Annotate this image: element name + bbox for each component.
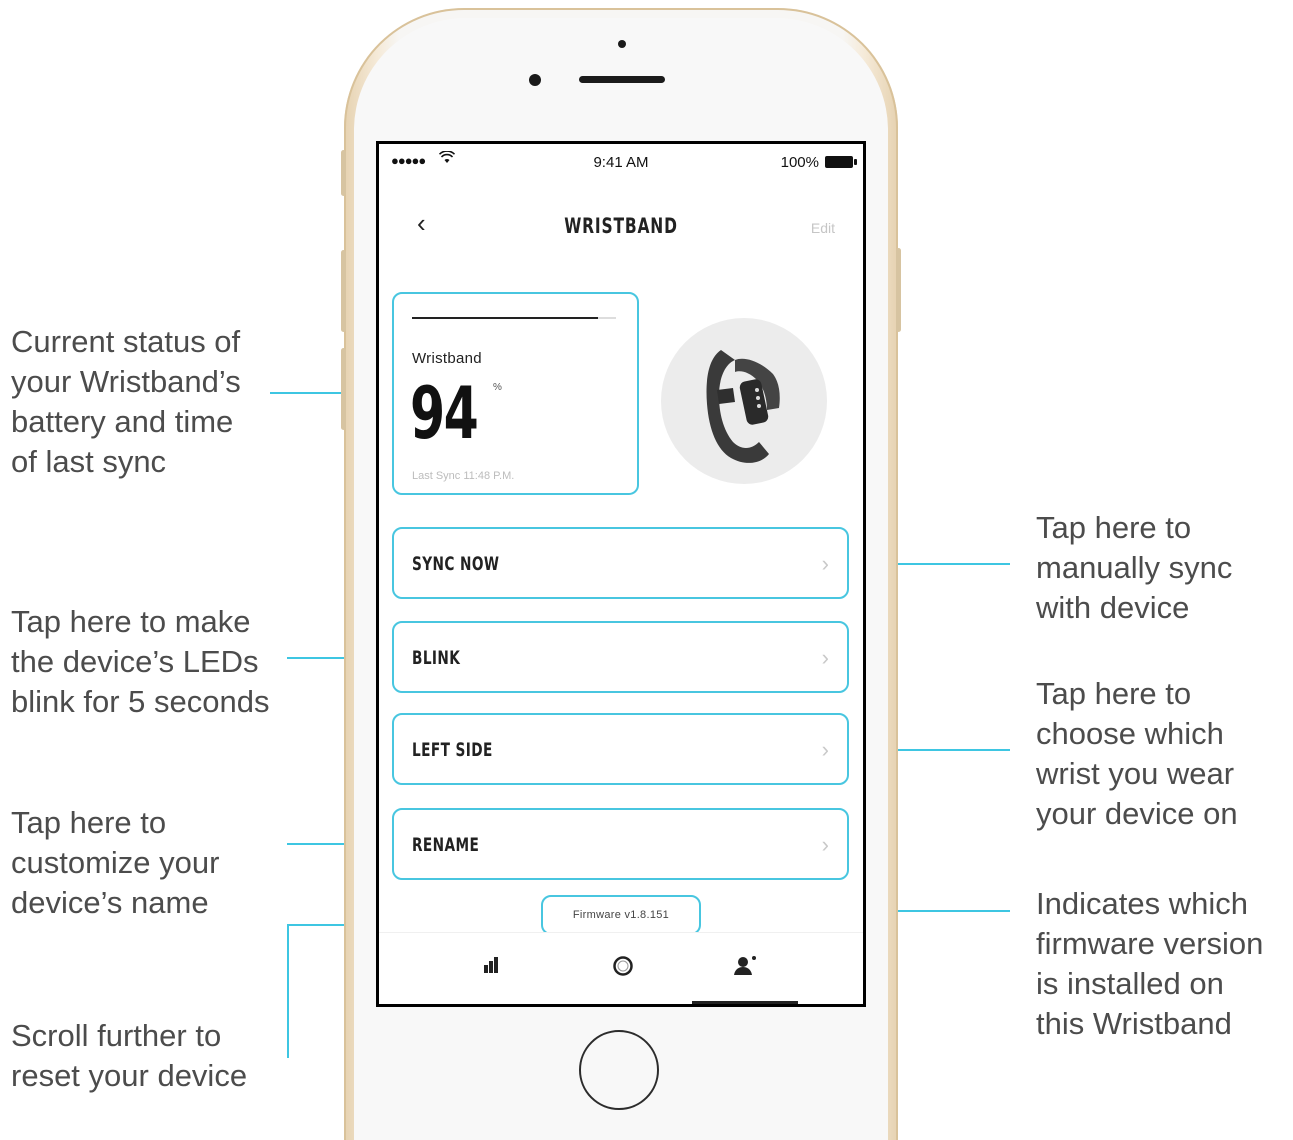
annotation-scroll: Scroll further to reset your device bbox=[11, 1018, 248, 1093]
battery-value: 94 bbox=[410, 371, 479, 455]
phone-screen: ●●●●● 9:41 AM 100% ‹ WRISTBAND Edit Wris… bbox=[376, 141, 866, 1007]
volume-down-button bbox=[341, 348, 346, 430]
active-tab-indicator bbox=[692, 1001, 798, 1004]
blink-row[interactable]: BLINK › bbox=[392, 621, 849, 693]
proximity-sensor bbox=[618, 40, 626, 48]
last-sync-text: Last Sync 11:48 P.M. bbox=[412, 470, 515, 482]
ring-icon bbox=[613, 956, 633, 976]
rename-row[interactable]: RENAME › bbox=[392, 808, 849, 880]
home-button[interactable] bbox=[579, 1030, 659, 1110]
annotation-blink: Tap here to make the device’s LEDs blink… bbox=[11, 604, 270, 719]
chevron-right-icon: › bbox=[821, 832, 829, 857]
battery-percent: 100% bbox=[780, 154, 819, 171]
chevron-right-icon: › bbox=[821, 737, 829, 762]
power-button bbox=[896, 248, 901, 332]
battery-level-track bbox=[598, 317, 616, 319]
firmware-version: Firmware v1.8.151 bbox=[541, 895, 701, 935]
stats-icon bbox=[484, 957, 498, 973]
annotation-firmware: Indicates which firmware version is inst… bbox=[1036, 886, 1264, 1041]
page-title: WRISTBAND bbox=[564, 214, 678, 238]
sync-now-row[interactable]: SYNC NOW › bbox=[392, 527, 849, 599]
battery-unit: % bbox=[493, 382, 502, 393]
tab-stats[interactable] bbox=[476, 955, 506, 985]
annotation-rename: Tap here to customize your device’s name bbox=[11, 805, 220, 920]
mute-switch bbox=[341, 150, 346, 196]
app-screen: ●●●●● 9:41 AM 100% ‹ WRISTBAND Edit Wris… bbox=[379, 144, 863, 1004]
tab-activity[interactable] bbox=[608, 955, 638, 985]
annotation-side: Tap here to choose which wrist you wear … bbox=[1036, 676, 1238, 831]
tab-bar bbox=[379, 932, 863, 1004]
left-side-row[interactable]: LEFT SIDE › bbox=[392, 713, 849, 785]
profile-icon bbox=[734, 956, 756, 975]
status-bar: ●●●●● 9:41 AM 100% bbox=[379, 144, 863, 180]
wristband-image bbox=[661, 318, 827, 484]
chevron-right-icon: › bbox=[821, 645, 829, 670]
edit-button[interactable]: Edit bbox=[811, 220, 835, 236]
tab-profile[interactable] bbox=[730, 955, 760, 985]
annotation-line-scroll-vertical bbox=[287, 924, 289, 1058]
annotation-battery-status: Current status of your Wristband’s batte… bbox=[11, 324, 241, 479]
blink-label: BLINK bbox=[412, 647, 461, 669]
sync-now-label: SYNC NOW bbox=[412, 553, 500, 575]
earpiece-speaker bbox=[579, 76, 665, 83]
battery-icon bbox=[825, 156, 857, 168]
annotation-sync: Tap here to manually sync with device bbox=[1036, 510, 1233, 625]
rename-label: RENAME bbox=[412, 834, 480, 856]
device-label: Wristband bbox=[412, 350, 482, 367]
front-camera bbox=[529, 74, 541, 86]
left-side-label: LEFT SIDE bbox=[412, 739, 493, 761]
battery-status-card: Wristband 94 % Last Sync 11:48 P.M. bbox=[392, 292, 639, 495]
wristband-icon bbox=[706, 350, 780, 463]
volume-up-button bbox=[341, 250, 346, 332]
battery-level-bar bbox=[412, 317, 598, 319]
chevron-right-icon: › bbox=[821, 551, 829, 576]
